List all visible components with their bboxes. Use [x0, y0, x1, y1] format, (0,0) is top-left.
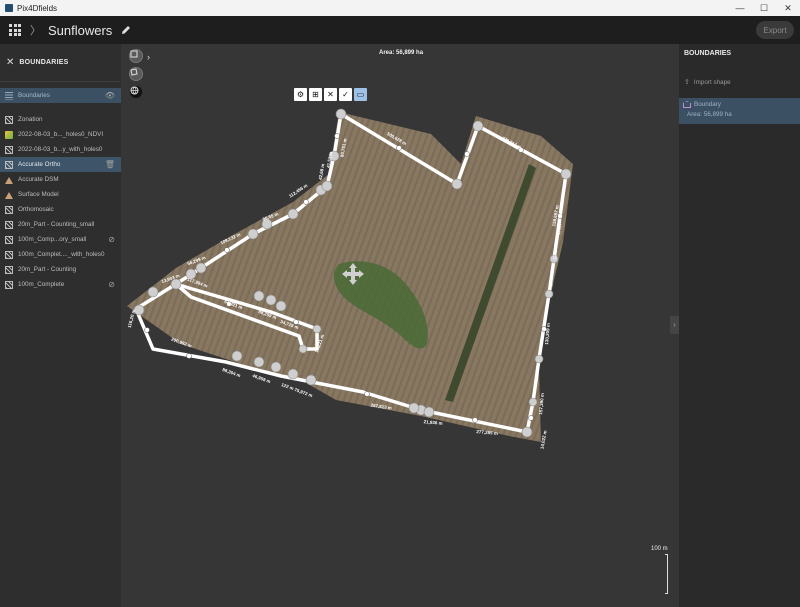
app-logo-icon	[5, 4, 13, 12]
checker-icon	[5, 250, 13, 259]
edge-length-label: 277,285 m	[476, 429, 498, 436]
confirm-check-icon[interactable]: ✓	[339, 88, 352, 101]
layers-panel: ✕ BOUNDARIES Boundaries 👁 Zonation 2022-…	[0, 44, 121, 607]
layer-label: Accurate DSM	[18, 176, 59, 183]
layer-label: Surface Model	[18, 191, 59, 198]
layer-row[interactable]: 20m_Part - Counting_small	[0, 217, 121, 232]
window-title: Pix4Dfields	[17, 3, 58, 13]
edge-length-label: 75,972 m	[294, 387, 314, 398]
expand-chevron-icon[interactable]: ›	[147, 52, 150, 62]
boundaries-panel: BOUNDARIES ⇪ Import shape Boundary Area:…	[679, 44, 800, 607]
edge-length-label: 46,958 m	[252, 373, 272, 384]
layer-label: Accurate Ortho	[18, 161, 61, 168]
import-shape-link[interactable]: ⇪ Import shape	[684, 78, 800, 87]
window-icon[interactable]: ▭	[354, 88, 367, 101]
edge-length-label: 130,209 m	[544, 323, 551, 345]
checker-icon	[5, 265, 13, 274]
window-titlebar: Pix4Dfields — ☐ ✕	[0, 0, 800, 16]
edge-length-label: 157,390 m	[538, 393, 545, 415]
layer-label: 20m_Part - Counting	[18, 266, 77, 273]
layer-row[interactable]: 20m_Part - Counting	[0, 262, 121, 277]
visibility-eye-icon[interactable]: 👁	[105, 91, 115, 100]
close-panel-icon[interactable]: ✕	[6, 57, 14, 68]
upload-icon: ⇪	[684, 79, 690, 86]
close-window-button[interactable]: ✕	[776, 3, 800, 14]
checker-icon	[5, 235, 13, 244]
panel-title: BOUNDARIES	[684, 50, 732, 57]
map-view[interactable]: 500,628 m 278,817 m 158,697 m 112,456 m 96,6…	[121, 44, 679, 607]
layer-label: Orthomosaic	[18, 206, 54, 213]
layer-row-selected[interactable]: Accurate Ortho 🗑	[0, 157, 121, 172]
checker-icon	[5, 115, 13, 124]
checker-icon	[5, 145, 13, 154]
globe-icon[interactable]	[129, 85, 143, 99]
panel-title: BOUNDARIES	[19, 59, 69, 66]
delete-trash-icon[interactable]: 🗑	[105, 160, 115, 169]
cancel-icon[interactable]: ✕	[324, 88, 337, 101]
checker-icon	[5, 220, 13, 229]
edit-pencil-icon[interactable]	[120, 24, 132, 36]
layer-row[interactable]: Orthomosaic	[0, 202, 121, 217]
edge-length-label: 116,20 m	[127, 309, 137, 328]
area-label: Area: 56,899 ha	[379, 50, 424, 56]
minimize-button[interactable]: —	[728, 3, 752, 14]
list-icon	[5, 91, 13, 100]
collapse-panel-chevron-icon[interactable]: ›	[670, 316, 679, 334]
breadcrumb-chevron-icon: 〉	[30, 25, 41, 37]
layer-row[interactable]: 100m_Complete ⊘	[0, 277, 121, 292]
app-header: 〉 Sunflowers Export	[0, 16, 800, 44]
window-controls: — ☐ ✕	[728, 3, 800, 14]
scale-bar: 100 m	[651, 546, 668, 594]
layer-label: Boundaries	[18, 92, 50, 99]
apps-grid-icon[interactable]	[9, 24, 21, 36]
boundary-area: Area: 56,899 ha	[687, 111, 732, 118]
layer-row-boundaries[interactable]: Boundaries 👁	[0, 88, 121, 103]
edge-length-label: 88,304 m	[222, 367, 242, 378]
layers-toggle-icon[interactable]	[129, 49, 143, 63]
edge-length-label: 122 m	[281, 382, 295, 391]
layer-label: 2022-08-03_b...y_with_holes0	[18, 146, 103, 153]
layer-label: 100m_Complet...._with_holes0	[18, 251, 105, 258]
hidden-eye-icon[interactable]: ⊘	[108, 235, 115, 244]
layers-panel-header: ✕ BOUNDARIES	[0, 44, 121, 82]
layer-row[interactable]: Zonation	[0, 112, 121, 127]
layer-label: 20m_Part - Counting_small	[18, 221, 95, 228]
layer-label: 100m_Comp...ory_small	[18, 236, 87, 243]
add-vertex-icon[interactable]: ⊞	[309, 88, 322, 101]
edge-length-label: 21,936 m	[423, 419, 442, 426]
export-button[interactable]: Export	[756, 21, 794, 39]
boundary-list-item[interactable]: Boundary Area: 56,899 ha	[679, 98, 800, 124]
checker-icon	[5, 280, 13, 289]
layer-row[interactable]: 2022-08-03_b..._holes0_NDVI	[0, 127, 121, 142]
import-label: Import shape	[693, 78, 731, 86]
boundary-name: Boundary	[694, 101, 721, 108]
edge-length-label: 114,339 m	[548, 265, 555, 287]
checker-icon	[5, 205, 13, 214]
layer-label: 2022-08-03_b..._holes0_NDVI	[18, 131, 104, 138]
layer-label: Zonation	[18, 116, 43, 123]
layer-row[interactable]: 2022-08-03_b...y_with_holes0	[0, 142, 121, 157]
layer-row[interactable]: 100m_Complet...._with_holes0	[0, 247, 121, 262]
edit-toolbar: ⚙ ⊞ ✕ ✓ ▭	[294, 88, 367, 101]
ndvi-icon	[5, 130, 13, 139]
shape-tool-icon[interactable]	[129, 67, 143, 81]
hidden-eye-icon[interactable]: ⊘	[108, 280, 115, 289]
polygon-icon	[683, 101, 691, 108]
dsm-icon	[5, 176, 13, 184]
field-map: 500,628 m 278,817 m158,697 m112,456 m96,6…	[127, 108, 573, 450]
dsm-icon	[5, 191, 13, 199]
maximize-button[interactable]: ☐	[752, 3, 776, 14]
layer-row[interactable]: Surface Model	[0, 187, 121, 202]
layer-row[interactable]: Accurate DSM	[0, 172, 121, 187]
scale-label: 100 m	[651, 546, 668, 552]
project-title: Sunflowers	[48, 22, 113, 38]
settings-gear-icon[interactable]: ⚙	[294, 88, 307, 101]
layer-label: 100m_Complete	[18, 281, 65, 288]
checker-icon	[5, 160, 13, 169]
layer-row[interactable]: 100m_Comp...ory_small ⊘	[0, 232, 121, 247]
